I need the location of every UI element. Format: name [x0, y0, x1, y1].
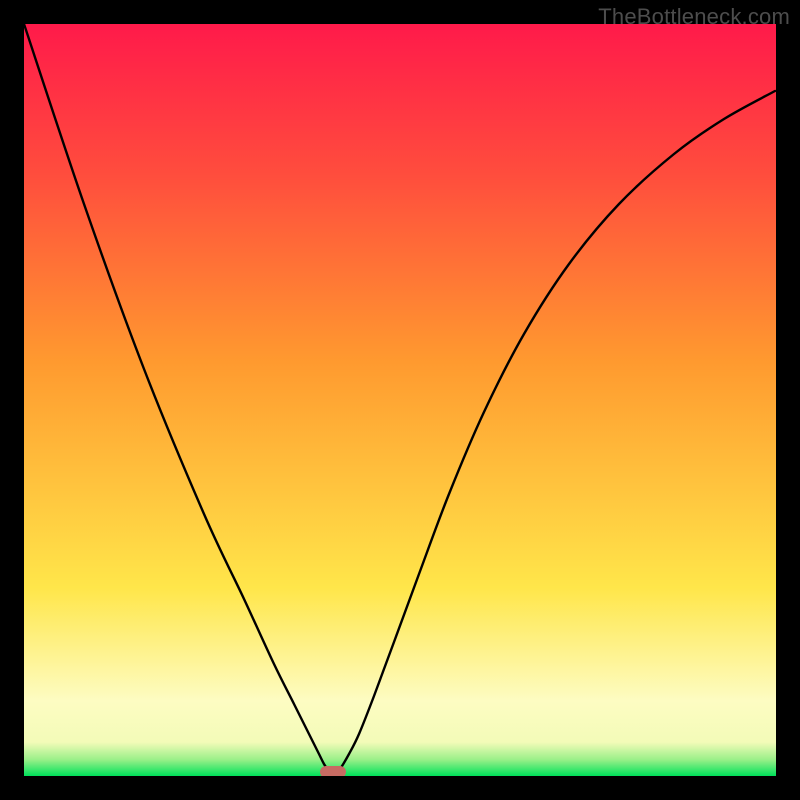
- watermark-text: TheBottleneck.com: [598, 4, 790, 30]
- chart-frame: TheBottleneck.com: [0, 0, 800, 800]
- min-marker: [320, 766, 346, 776]
- chart-svg: [24, 24, 776, 776]
- plot-area: [24, 24, 776, 776]
- gradient-background: [24, 24, 776, 776]
